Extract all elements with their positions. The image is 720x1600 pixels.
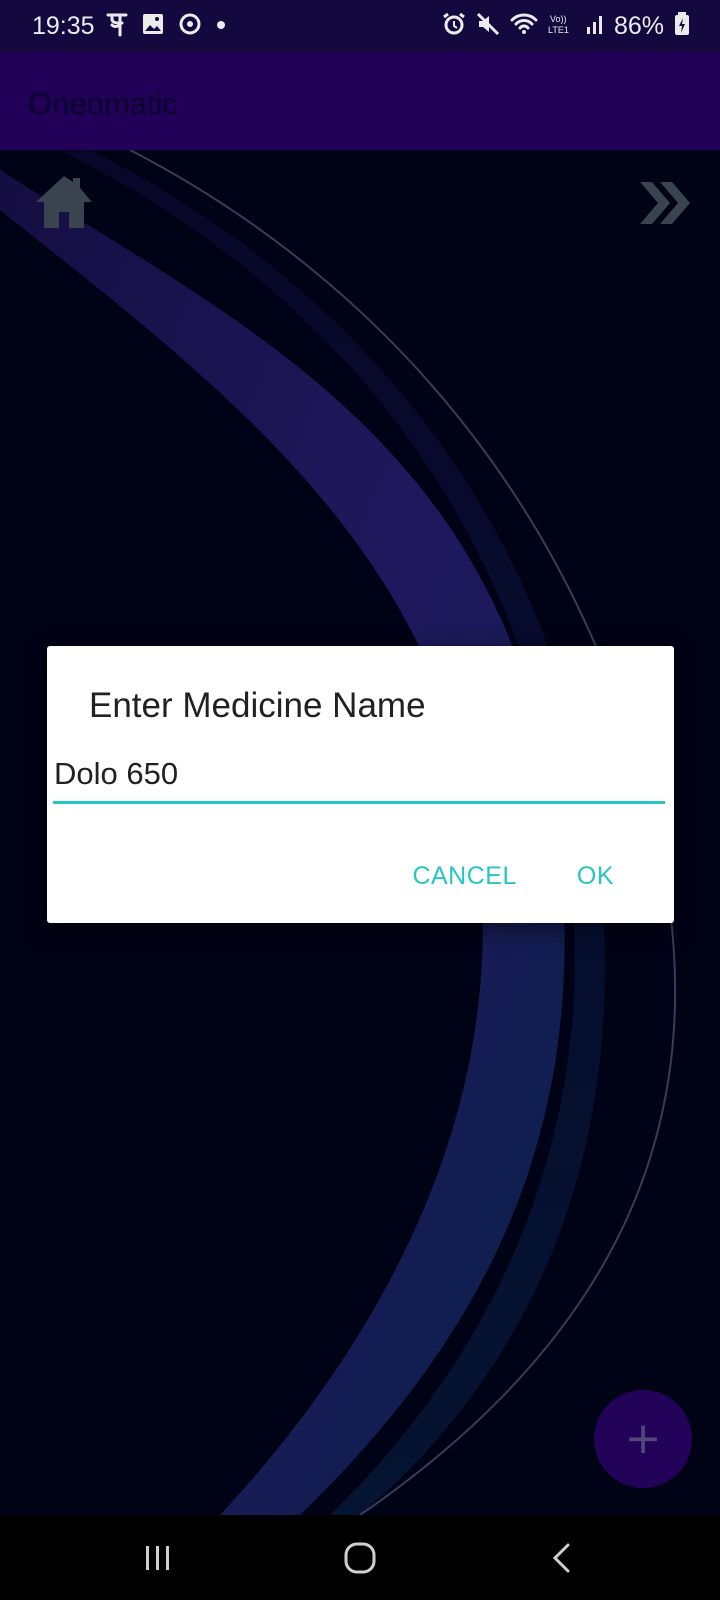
recents-icon — [146, 1546, 169, 1570]
back-icon — [552, 1543, 570, 1573]
recents-button[interactable] — [128, 1537, 188, 1579]
cancel-button[interactable]: CANCEL — [412, 862, 516, 891]
medicine-name-dialog: Enter Medicine Name CANCEL OK — [47, 646, 674, 923]
dialog-title: Enter Medicine Name — [89, 686, 426, 725]
medicine-name-input[interactable] — [53, 746, 665, 804]
system-nav-bar — [0, 1515, 720, 1600]
dialog-actions: CANCEL OK — [412, 846, 674, 906]
back-button[interactable] — [532, 1537, 592, 1579]
ok-button[interactable]: OK — [577, 862, 614, 891]
nav-home-button[interactable] — [330, 1537, 390, 1579]
home-circle-icon — [344, 1542, 376, 1574]
